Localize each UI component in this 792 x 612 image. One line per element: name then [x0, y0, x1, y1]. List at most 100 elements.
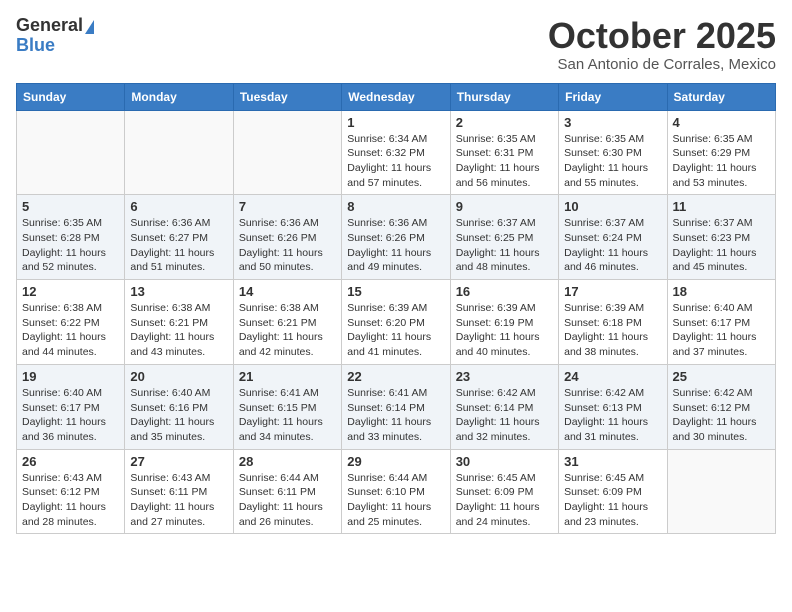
- weekday-header-row: SundayMondayTuesdayWednesdayThursdayFrid…: [17, 83, 776, 110]
- day-number: 12: [22, 284, 119, 299]
- day-info: Sunrise: 6:42 AM Sunset: 6:12 PM Dayligh…: [673, 386, 770, 445]
- month-title: October 2025: [548, 16, 776, 56]
- day-info: Sunrise: 6:45 AM Sunset: 6:09 PM Dayligh…: [456, 471, 553, 530]
- day-info: Sunrise: 6:44 AM Sunset: 6:11 PM Dayligh…: [239, 471, 336, 530]
- day-info: Sunrise: 6:37 AM Sunset: 6:25 PM Dayligh…: [456, 216, 553, 275]
- day-number: 1: [347, 115, 444, 130]
- day-info: Sunrise: 6:40 AM Sunset: 6:17 PM Dayligh…: [22, 386, 119, 445]
- calendar-cell: 2Sunrise: 6:35 AM Sunset: 6:31 PM Daylig…: [450, 110, 558, 195]
- calendar-cell: 7 Sunrise: 6:36 AM Sunset: 6:26 PM Daylig…: [233, 195, 341, 280]
- logo-triangle-icon: [85, 20, 94, 34]
- logo-general-text: General: [16, 15, 83, 35]
- day-number: 6: [130, 199, 227, 214]
- calendar-cell: 12 Sunrise: 6:38 AM Sunset: 6:22 PM Dayli…: [17, 280, 125, 365]
- title-block: October 2025 San Antonio de Corrales, Me…: [548, 16, 776, 73]
- day-info: Sunrise: 6:36 AM Sunset: 6:26 PM Dayligh…: [347, 216, 444, 275]
- calendar-cell: 27Sunrise: 6:43 AM Sunset: 6:11 PM Dayli…: [125, 449, 233, 534]
- logo: General Blue: [16, 16, 94, 56]
- day-info: Sunrise: 6:40 AM Sunset: 6:16 PM Dayligh…: [130, 386, 227, 445]
- calendar-cell: 15 Sunrise: 6:39 AM Sunset: 6:20 PM Dayli…: [342, 280, 450, 365]
- calendar-cell: 20Sunrise: 6:40 AM Sunset: 6:16 PM Dayli…: [125, 364, 233, 449]
- calendar-week-row: 1 Sunrise: 6:34 AM Sunset: 6:32 PM Daylig…: [17, 110, 776, 195]
- calendar-cell: 1 Sunrise: 6:34 AM Sunset: 6:32 PM Daylig…: [342, 110, 450, 195]
- day-number: 23: [456, 369, 553, 384]
- calendar-cell: 25 Sunrise: 6:42 AM Sunset: 6:12 PM Dayli…: [667, 364, 775, 449]
- calendar-cell: 17 Sunrise: 6:39 AM Sunset: 6:18 PM Dayli…: [559, 280, 667, 365]
- day-number: 9: [456, 199, 553, 214]
- calendar-cell: 31 Sunrise: 6:45 AM Sunset: 6:09 PM Dayli…: [559, 449, 667, 534]
- day-number: 26: [22, 454, 119, 469]
- day-info: Sunrise: 6:43 AM Sunset: 6:12 PM Dayligh…: [22, 471, 119, 530]
- day-number: 3: [564, 115, 661, 130]
- weekday-header: Sunday: [17, 83, 125, 110]
- day-number: 4: [673, 115, 770, 130]
- calendar-cell: 21Sunrise: 6:41 AM Sunset: 6:15 PM Dayli…: [233, 364, 341, 449]
- day-number: 22: [347, 369, 444, 384]
- day-info: Sunrise: 6:36 AM Sunset: 6:26 PM Dayligh…: [239, 216, 336, 275]
- logo-top: General: [16, 16, 94, 36]
- day-info: Sunrise: 6:37 AM Sunset: 6:23 PM Dayligh…: [673, 216, 770, 275]
- day-number: 27: [130, 454, 227, 469]
- day-info: Sunrise: 6:35 AM Sunset: 6:31 PM Dayligh…: [456, 132, 553, 191]
- day-number: 16: [456, 284, 553, 299]
- day-number: 18: [673, 284, 770, 299]
- calendar-cell: 29 Sunrise: 6:44 AM Sunset: 6:10 PM Dayli…: [342, 449, 450, 534]
- day-info: Sunrise: 6:34 AM Sunset: 6:32 PM Dayligh…: [347, 132, 444, 191]
- calendar-cell: [667, 449, 775, 534]
- calendar-week-row: 26 Sunrise: 6:43 AM Sunset: 6:12 PM Dayli…: [17, 449, 776, 534]
- calendar-cell: 19Sunrise: 6:40 AM Sunset: 6:17 PM Dayli…: [17, 364, 125, 449]
- calendar-week-row: 19Sunrise: 6:40 AM Sunset: 6:17 PM Dayli…: [17, 364, 776, 449]
- day-info: Sunrise: 6:39 AM Sunset: 6:20 PM Dayligh…: [347, 301, 444, 360]
- weekday-header: Thursday: [450, 83, 558, 110]
- calendar-cell: [125, 110, 233, 195]
- day-info: Sunrise: 6:35 AM Sunset: 6:28 PM Dayligh…: [22, 216, 119, 275]
- day-info: Sunrise: 6:38 AM Sunset: 6:22 PM Dayligh…: [22, 301, 119, 360]
- day-info: Sunrise: 6:44 AM Sunset: 6:10 PM Dayligh…: [347, 471, 444, 530]
- day-number: 10: [564, 199, 661, 214]
- day-number: 31: [564, 454, 661, 469]
- location-text: San Antonio de Corrales, Mexico: [548, 56, 776, 73]
- calendar-table: SundayMondayTuesdayWednesdayThursdayFrid…: [16, 83, 776, 535]
- day-info: Sunrise: 6:38 AM Sunset: 6:21 PM Dayligh…: [130, 301, 227, 360]
- day-info: Sunrise: 6:42 AM Sunset: 6:14 PM Dayligh…: [456, 386, 553, 445]
- calendar-cell: 5 Sunrise: 6:35 AM Sunset: 6:28 PM Daylig…: [17, 195, 125, 280]
- calendar-cell: 18Sunrise: 6:40 AM Sunset: 6:17 PM Dayli…: [667, 280, 775, 365]
- day-info: Sunrise: 6:45 AM Sunset: 6:09 PM Dayligh…: [564, 471, 661, 530]
- day-number: 15: [347, 284, 444, 299]
- weekday-header: Friday: [559, 83, 667, 110]
- calendar-cell: 4 Sunrise: 6:35 AM Sunset: 6:29 PM Daylig…: [667, 110, 775, 195]
- calendar-cell: 3 Sunrise: 6:35 AM Sunset: 6:30 PM Daylig…: [559, 110, 667, 195]
- weekday-header: Monday: [125, 83, 233, 110]
- day-number: 30: [456, 454, 553, 469]
- calendar-week-row: 5 Sunrise: 6:35 AM Sunset: 6:28 PM Daylig…: [17, 195, 776, 280]
- day-number: 8: [347, 199, 444, 214]
- day-number: 25: [673, 369, 770, 384]
- day-number: 14: [239, 284, 336, 299]
- calendar-cell: 11 Sunrise: 6:37 AM Sunset: 6:23 PM Dayli…: [667, 195, 775, 280]
- day-info: Sunrise: 6:35 AM Sunset: 6:29 PM Dayligh…: [673, 132, 770, 191]
- day-info: Sunrise: 6:38 AM Sunset: 6:21 PM Dayligh…: [239, 301, 336, 360]
- logo-blue-text: Blue: [16, 36, 94, 56]
- calendar-week-row: 12 Sunrise: 6:38 AM Sunset: 6:22 PM Dayli…: [17, 280, 776, 365]
- day-info: Sunrise: 6:35 AM Sunset: 6:30 PM Dayligh…: [564, 132, 661, 191]
- weekday-header: Tuesday: [233, 83, 341, 110]
- day-number: 28: [239, 454, 336, 469]
- calendar-cell: 16Sunrise: 6:39 AM Sunset: 6:19 PM Dayli…: [450, 280, 558, 365]
- page-header: General Blue October 2025 San Antonio de…: [16, 16, 776, 73]
- day-info: Sunrise: 6:39 AM Sunset: 6:18 PM Dayligh…: [564, 301, 661, 360]
- day-number: 11: [673, 199, 770, 214]
- weekday-header: Saturday: [667, 83, 775, 110]
- day-number: 7: [239, 199, 336, 214]
- day-number: 24: [564, 369, 661, 384]
- day-info: Sunrise: 6:36 AM Sunset: 6:27 PM Dayligh…: [130, 216, 227, 275]
- day-number: 17: [564, 284, 661, 299]
- calendar-cell: 9 Sunrise: 6:37 AM Sunset: 6:25 PM Daylig…: [450, 195, 558, 280]
- calendar-cell: 26 Sunrise: 6:43 AM Sunset: 6:12 PM Dayli…: [17, 449, 125, 534]
- calendar-cell: 23 Sunrise: 6:42 AM Sunset: 6:14 PM Dayli…: [450, 364, 558, 449]
- day-number: 29: [347, 454, 444, 469]
- calendar-cell: 13Sunrise: 6:38 AM Sunset: 6:21 PM Dayli…: [125, 280, 233, 365]
- weekday-header: Wednesday: [342, 83, 450, 110]
- calendar-cell: 22Sunrise: 6:41 AM Sunset: 6:14 PM Dayli…: [342, 364, 450, 449]
- day-number: 5: [22, 199, 119, 214]
- calendar-cell: 24Sunrise: 6:42 AM Sunset: 6:13 PM Dayli…: [559, 364, 667, 449]
